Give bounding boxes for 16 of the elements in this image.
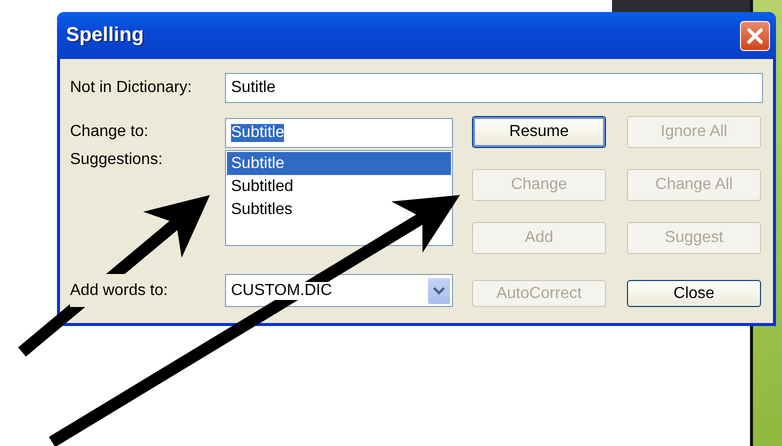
close-button[interactable] <box>740 20 770 50</box>
dropdown-value: CUSTOM.DIC <box>231 282 332 300</box>
add-words-to-dropdown[interactable]: CUSTOM.DIC <box>225 274 453 307</box>
change-to-field[interactable]: Subtitle <box>225 118 453 148</box>
close-icon <box>746 26 764 44</box>
not-in-dictionary-field[interactable]: Sutitle <box>225 73 763 103</box>
window-title: Spelling <box>66 24 144 47</box>
dialog-button[interactable]: Resume <box>472 116 606 148</box>
field-label: Add words to: <box>70 274 168 307</box>
field-label: Change to: <box>70 122 148 142</box>
suggestion-item[interactable]: Subtitle <box>227 152 451 175</box>
dialog-button[interactable]: Close <box>627 280 761 307</box>
field-label: Not in Dictionary: <box>70 79 192 96</box>
suggestion-item[interactable]: Subtitled <box>227 175 298 198</box>
field-label: Suggestions: <box>70 150 163 170</box>
suggestion-item[interactable]: Subtitles <box>227 198 296 221</box>
